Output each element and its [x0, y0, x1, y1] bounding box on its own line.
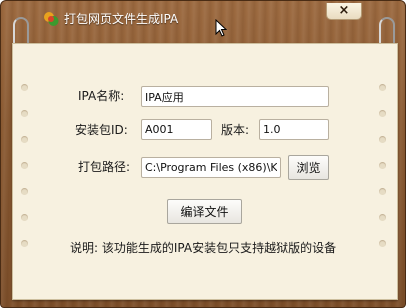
window-title: 打包网页文件生成IPA [64, 12, 179, 26]
package-id-label: 安装包ID: [75, 123, 128, 137]
close-button[interactable]: × [326, 3, 362, 20]
app-window: 打包网页文件生成IPA × IPA名称: 安装包ID: [0, 0, 406, 308]
left-punch-holes [21, 44, 31, 299]
browse-button[interactable]: 浏览 [288, 155, 329, 180]
ipa-name-label: IPA名称: [78, 89, 125, 103]
package-path-label: 打包路径: [78, 160, 131, 174]
package-id-input[interactable] [141, 119, 212, 140]
app-logo-icon [44, 12, 59, 26]
info-note: 说明: 该功能生成的IPA安装包只支持越狱版的设备 [70, 241, 337, 255]
package-path-input[interactable] [141, 157, 281, 178]
version-label: 版本: [221, 123, 250, 137]
compile-files-button[interactable]: 编译文件 [167, 199, 242, 224]
right-punch-holes [379, 44, 389, 299]
mouse-cursor-icon [215, 19, 227, 37]
version-input[interactable] [259, 119, 329, 140]
ipa-name-input[interactable] [141, 86, 329, 107]
